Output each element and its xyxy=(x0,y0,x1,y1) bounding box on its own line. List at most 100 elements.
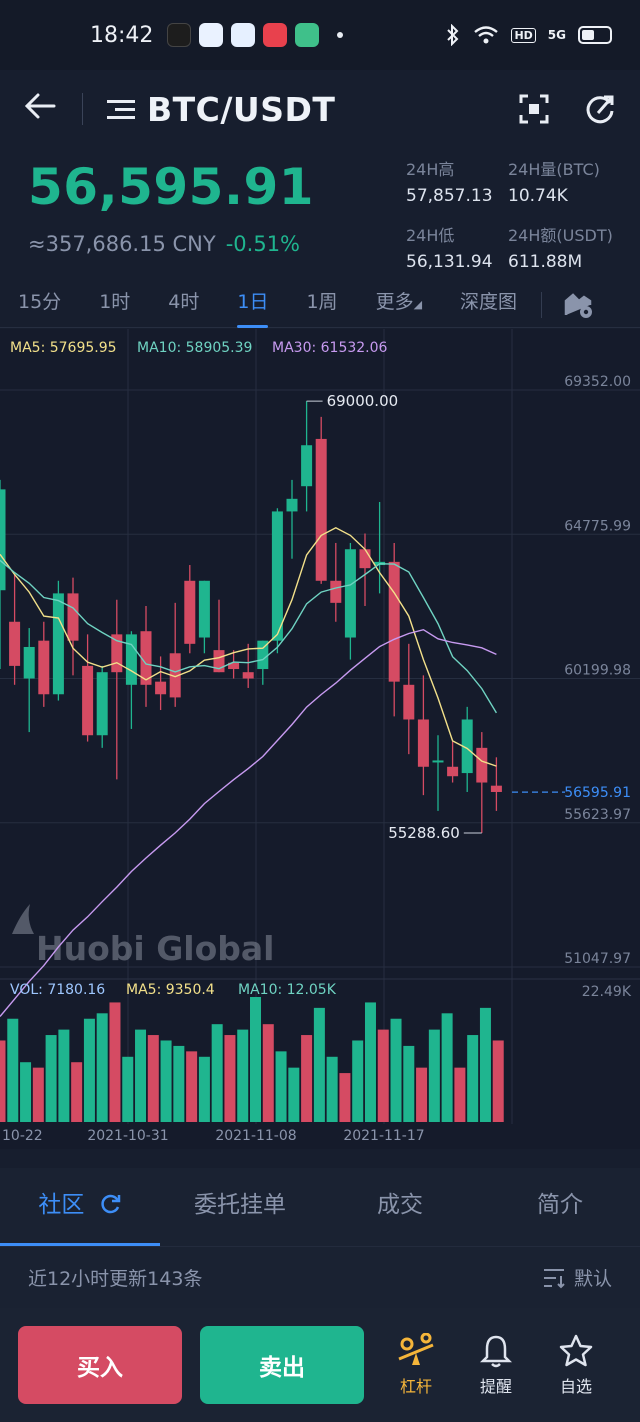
volume-bar xyxy=(262,1024,274,1122)
tab-intro[interactable]: 简介 xyxy=(480,1168,640,1246)
header: BTC/USDT xyxy=(0,70,640,148)
pair-list-icon[interactable] xyxy=(107,99,135,119)
pair-title[interactable]: BTC/USDT xyxy=(147,90,335,129)
volume-max-tick: 22.49K xyxy=(582,984,632,1000)
candle xyxy=(417,675,429,796)
kline-svg[interactable]: MA5: 57695.95 MA10: 58905.39 MA30: 61532… xyxy=(0,329,640,1149)
tab-1h[interactable]: 1时 xyxy=(99,282,130,328)
volume-bar xyxy=(416,1067,428,1122)
back-arrow-icon[interactable] xyxy=(24,89,64,129)
tab-community-label: 社区 xyxy=(38,1192,85,1218)
volume-bar xyxy=(441,1013,453,1122)
volume-bar xyxy=(186,1051,198,1122)
alert-button[interactable]: 提醒 xyxy=(456,1333,536,1397)
volume-bar xyxy=(0,1040,6,1122)
volume-bar xyxy=(173,1045,185,1122)
volume-bar xyxy=(313,1007,325,1122)
candle-body xyxy=(9,621,21,666)
notes-icon xyxy=(295,23,320,47)
feed-summary: 近12小时更新143条 xyxy=(28,1268,203,1290)
stat-24h-amount: 24H额(USDT) 611.88M xyxy=(508,222,613,272)
more-notifications-icon xyxy=(337,32,344,38)
tab-4h[interactable]: 4时 xyxy=(168,282,199,328)
chart-settings-icon[interactable] xyxy=(564,291,594,319)
candle-body xyxy=(52,593,64,695)
candle xyxy=(52,580,64,701)
refresh-icon[interactable] xyxy=(100,1193,122,1215)
candle-body xyxy=(403,684,415,720)
volume-bar xyxy=(198,1056,210,1122)
candle xyxy=(213,599,225,673)
candle xyxy=(169,602,181,707)
tab-depth[interactable]: 深度图 xyxy=(460,282,517,328)
tab-community[interactable]: 社区 xyxy=(0,1168,160,1246)
candle xyxy=(111,599,123,780)
last-price-label: 56595.91 xyxy=(564,785,631,801)
price-axis: 69352.00 64775.99 60199.98 55623.97 51047.97 xyxy=(564,374,631,967)
volume-bar xyxy=(275,1051,287,1122)
candle xyxy=(330,542,342,622)
status-bar: 18:42 HD 5G xyxy=(0,0,640,70)
candle xyxy=(67,577,79,676)
candle-body xyxy=(155,681,167,695)
candle-body xyxy=(38,640,50,695)
stat-label: 24H低 xyxy=(406,226,455,245)
volume-bar xyxy=(147,1035,159,1122)
volume-bar xyxy=(364,1002,376,1122)
header-divider xyxy=(82,93,83,125)
candle xyxy=(374,501,386,594)
candle xyxy=(23,628,35,733)
volume-bar xyxy=(479,1007,491,1122)
tab-more[interactable]: 更多◢ xyxy=(376,282,422,328)
candle xyxy=(96,665,108,748)
candle-body xyxy=(0,489,6,591)
toutiao-icon xyxy=(263,23,288,47)
status-time: 18:42 xyxy=(90,22,154,48)
price-tick: 64775.99 xyxy=(564,518,631,534)
change-percent: -0.51% xyxy=(225,232,301,256)
fullscreen-icon[interactable] xyxy=(518,93,550,125)
tab-15m[interactable]: 15分 xyxy=(18,282,61,328)
alert-label: 提醒 xyxy=(479,1377,512,1396)
candle xyxy=(9,574,21,685)
sell-button[interactable]: 卖出 xyxy=(200,1326,364,1404)
volume-bar xyxy=(250,997,261,1122)
price-tick: 51047.97 xyxy=(564,951,631,967)
candle-body xyxy=(447,766,459,777)
vol-ma5-indicator: MA5: 9350.4 xyxy=(126,982,215,998)
bell-icon xyxy=(479,1335,513,1368)
tab-orders[interactable]: 委托挂单 xyxy=(160,1168,320,1246)
volume-bar xyxy=(160,1040,172,1122)
buy-button[interactable]: 买入 xyxy=(18,1326,182,1404)
volume-bar xyxy=(71,1062,83,1122)
volume-bar xyxy=(122,1056,134,1122)
stat-value: 56,131.94 xyxy=(406,252,493,272)
watermark-text: Huobi Global xyxy=(36,929,274,968)
tab-1w[interactable]: 1周 xyxy=(306,282,337,328)
leverage-button[interactable]: 杠杆 xyxy=(376,1333,456,1397)
candle-body xyxy=(271,511,283,641)
tab-trades[interactable]: 成交 xyxy=(320,1168,480,1246)
volume-bar xyxy=(58,1029,70,1122)
kline-chart[interactable]: MA5: 57695.95 MA10: 58905.39 MA30: 61532… xyxy=(0,329,640,1149)
qq-icon xyxy=(231,23,256,47)
feed-summary-bar: 近12小时更新143条 默认 xyxy=(0,1246,640,1308)
tab-1d[interactable]: 1日 xyxy=(237,282,269,328)
date-tick: 2021-10-31 xyxy=(87,1128,168,1144)
volume-bar xyxy=(20,1062,32,1122)
watchlist-button[interactable]: 自选 xyxy=(536,1333,616,1397)
star-icon xyxy=(559,1334,593,1367)
candles xyxy=(0,401,502,833)
candle-body xyxy=(242,672,254,679)
candle xyxy=(359,533,371,606)
candle-body xyxy=(184,580,196,644)
vol-ma10-indicator: MA10: 12.05K xyxy=(238,982,337,998)
sort-button[interactable]: 默认 xyxy=(542,1264,612,1291)
refresh-share-icon[interactable] xyxy=(584,93,616,125)
leverage-icon xyxy=(398,1333,434,1365)
hd-badge: HD xyxy=(511,27,536,43)
volume-bars: 22.49K xyxy=(0,984,632,1122)
vol-indicator: VOL: 7180.16 xyxy=(10,982,105,998)
candle xyxy=(461,706,473,792)
stat-24h-high: 24H高 57,857.13 xyxy=(406,156,493,206)
